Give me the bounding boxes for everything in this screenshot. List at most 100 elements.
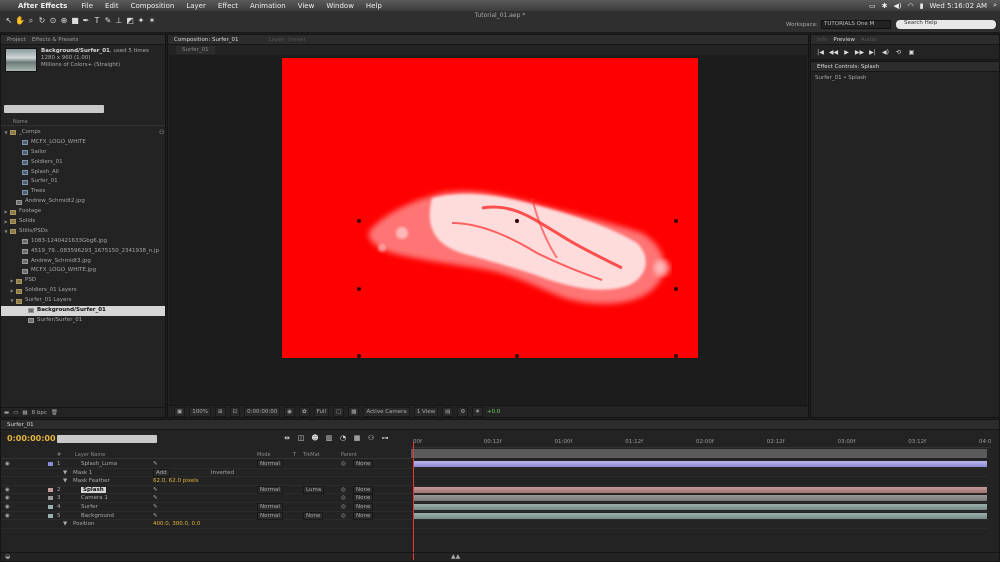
mask-mode-select[interactable]: Add	[153, 468, 170, 477]
zoom-tool-icon[interactable]: ⌕	[26, 16, 36, 26]
layer-handle[interactable]	[515, 354, 519, 358]
layer-handle[interactable]	[357, 354, 361, 358]
parent-select[interactable]: None	[353, 494, 374, 503]
project-item[interactable]: Trees	[1, 187, 165, 197]
visibility-eye-icon[interactable]: ◉	[5, 504, 10, 510]
disclosure-triangle-icon[interactable]: ▶	[9, 286, 15, 296]
zoom-slider-icon[interactable]: ▲▲	[451, 553, 460, 560]
motion-blur-icon[interactable]: ◔	[337, 434, 349, 442]
disclosure-triangle-icon[interactable]: ▶	[9, 276, 15, 286]
tab-project[interactable]: Project	[7, 37, 26, 43]
menu-layer[interactable]: Layer	[186, 2, 206, 10]
channel-icon[interactable]: ✿	[299, 406, 310, 417]
hand-tool-icon[interactable]: ✋	[15, 16, 25, 26]
layer-name[interactable]: Splash	[81, 486, 106, 493]
disclosure-triangle-icon[interactable]: ▼	[63, 521, 67, 527]
disclosure-triangle-icon[interactable]: ▼	[3, 128, 9, 138]
tab-audio[interactable]: Audio	[861, 37, 877, 43]
header-layer-name[interactable]: Layer Name	[75, 452, 105, 458]
project-item[interactable]: ▶ Solids	[1, 217, 165, 227]
disclosure-triangle-icon[interactable]: ▶	[3, 217, 9, 227]
rectangle-tool-icon[interactable]: ■	[70, 16, 80, 26]
layer-switch-icon[interactable]: ✎	[153, 504, 158, 510]
parent-select[interactable]: None	[353, 511, 374, 520]
resolution-select[interactable]: Full	[313, 406, 330, 417]
work-area-bar[interactable]	[411, 449, 987, 458]
label-color-swatch[interactable]	[48, 504, 53, 509]
project-item[interactable]: Background/Surfer_01	[1, 306, 165, 316]
layer-row[interactable]: ◉ 3 ✎ ◎ None Camera 1	[1, 494, 411, 503]
puppet-tool-icon[interactable]: ✶	[147, 16, 157, 26]
first-frame-button[interactable]: |◀	[815, 49, 826, 56]
composition-viewer[interactable]	[169, 55, 807, 405]
play-button[interactable]: ▶	[841, 49, 852, 56]
project-item[interactable]: ▼ Stills/PSDs	[1, 227, 165, 237]
clock[interactable]: Wed 5:16:02 AM	[930, 2, 988, 10]
visibility-eye-icon[interactable]: ◉	[5, 495, 10, 501]
pan-behind-tool-icon[interactable]: ⊕	[59, 16, 69, 26]
loop-button[interactable]: ⟲	[893, 49, 904, 56]
parent-pickwhip-icon[interactable]: ◎	[341, 461, 346, 467]
disclosure-triangle-icon[interactable]: ▼	[63, 478, 67, 484]
transparency-grid-icon[interactable]: ▩	[348, 406, 360, 417]
menu-effect[interactable]: Effect	[218, 2, 238, 10]
tab-composition[interactable]: Composition: Surfer_01	[174, 37, 239, 43]
disclosure-triangle-icon[interactable]: ▼	[3, 227, 9, 237]
current-time-display[interactable]: 0:00:00:00	[244, 406, 281, 417]
region-of-interest-icon[interactable]: ▢	[333, 406, 345, 417]
wifi-icon[interactable]: ◠	[908, 2, 914, 10]
layer-handle[interactable]	[357, 219, 361, 223]
workspace-select[interactable]: TUTORIALS One M	[821, 20, 891, 29]
menu-animation[interactable]: Animation	[250, 2, 286, 10]
app-name-menu[interactable]: After Effects	[18, 2, 67, 10]
disclosure-triangle-icon[interactable]: ▶	[3, 207, 9, 217]
layer-switch-icon[interactable]: ✎	[153, 461, 158, 467]
menu-view[interactable]: View	[298, 2, 315, 10]
new-comp-icon[interactable]: ▦	[22, 410, 27, 416]
menu-composition[interactable]: Composition	[131, 2, 175, 10]
label-color-swatch[interactable]	[48, 487, 53, 492]
layer-name[interactable]: Surfer	[81, 504, 98, 510]
bluetooth-icon[interactable]: ✱	[882, 2, 888, 10]
property-value[interactable]: 400.0, 300.0, 0.0	[153, 521, 200, 527]
header-t[interactable]: T	[293, 452, 296, 458]
timeline-search-input[interactable]	[57, 435, 157, 443]
layer-duration-bar[interactable]	[413, 512, 987, 519]
toggle-pixel-aspect-icon[interactable]: ▤	[442, 406, 454, 417]
draft-3d-icon[interactable]: ◫	[295, 434, 307, 442]
text-tool-icon[interactable]: T	[92, 16, 102, 26]
new-folder-icon[interactable]: ▭	[13, 410, 18, 416]
shy-layers-icon[interactable]: ☻	[309, 434, 321, 442]
header-mode[interactable]: Mode	[257, 452, 271, 458]
layer-duration-bar[interactable]	[413, 461, 987, 467]
magnification-select[interactable]: 100%	[189, 406, 211, 417]
layer-handle[interactable]	[674, 219, 678, 223]
parent-pickwhip-icon[interactable]: ◎	[341, 504, 346, 510]
project-search-input[interactable]	[4, 105, 104, 113]
property-row[interactable]: ▼ 62.0, 62.0 pixels Mask Feather	[1, 477, 411, 486]
tab-timeline-surfer[interactable]: Surfer_01	[7, 422, 34, 428]
brainstorm-icon[interactable]: ▦	[351, 434, 363, 442]
menu-window[interactable]: Window	[326, 2, 354, 10]
project-item[interactable]: MCFX_LOGO_WHITE	[1, 138, 165, 148]
mode-select[interactable]: Normal	[257, 485, 283, 494]
bpc-button[interactable]: 8 bpc	[32, 410, 47, 416]
parent-pickwhip-icon[interactable]: ◎	[341, 495, 346, 501]
project-item[interactable]: 4519_79...083596293_1675150_2341938_n.jp	[1, 247, 165, 257]
audio-button[interactable]: ◀)	[880, 49, 891, 56]
layer-name[interactable]: Background	[81, 513, 114, 519]
label-color-swatch[interactable]	[48, 513, 53, 518]
column-header-name[interactable]: Name	[1, 119, 165, 126]
last-frame-button[interactable]: ▶|	[867, 49, 878, 56]
project-item[interactable]: ▶ Soldiers_01 Layers	[1, 286, 165, 296]
exposure-value[interactable]: +0.0	[487, 409, 500, 415]
battery-icon[interactable]: ▮	[920, 2, 924, 10]
layer-row[interactable]: ◉ 4 ✎ Normal ◎ None Surfer	[1, 502, 411, 512]
visibility-eye-icon[interactable]: ◉	[5, 513, 10, 519]
mode-select[interactable]: Normal	[257, 460, 283, 468]
header-num[interactable]: #	[57, 452, 61, 458]
disclosure-triangle-icon[interactable]: ▼	[63, 470, 67, 476]
property-row[interactable]: ▼ Add Inverted Mask 1	[1, 468, 411, 478]
volume-icon[interactable]: ◀)	[893, 2, 901, 10]
reset-exposure-icon[interactable]: ✷	[472, 406, 483, 417]
